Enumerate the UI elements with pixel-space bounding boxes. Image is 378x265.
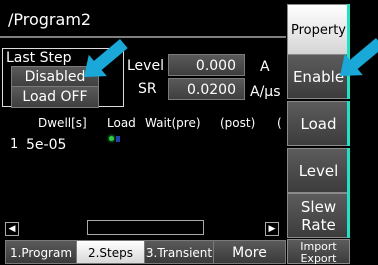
col-next: ( (277, 116, 282, 130)
scroll-left-button[interactable]: ◀ (5, 222, 19, 236)
level-accent (347, 148, 350, 193)
pointer-arrow-icon (340, 37, 378, 76)
level-button[interactable]: Level (287, 148, 350, 193)
level-value-field[interactable]: 0.000 (168, 54, 245, 76)
sr-unit: A/µs (250, 84, 281, 100)
row-dwell[interactable]: 5e-05 (26, 137, 66, 153)
title-divider (0, 36, 286, 38)
tab-transient[interactable]: 3.Transient (144, 240, 214, 264)
col-load: Load (107, 116, 136, 130)
last-step-label: Last Step (6, 50, 72, 66)
tab-steps[interactable]: 2.Steps (76, 240, 145, 264)
load-marker (116, 136, 120, 142)
pointer-arrow-icon (84, 38, 128, 77)
sr-label: SR (138, 81, 157, 97)
level-unit: A (260, 59, 270, 75)
sr-value-field[interactable]: 0.0200 (168, 78, 245, 100)
col-post: (post) (220, 116, 256, 130)
last-step-load-field[interactable]: Load OFF (11, 86, 99, 108)
import-export-button[interactable]: Import Export (287, 239, 350, 265)
tab-more[interactable]: More (213, 240, 286, 264)
load-button[interactable]: Load (287, 101, 350, 146)
col-dwell: Dwell[s] (38, 116, 87, 130)
slew-rate-button[interactable]: Slew Rate (287, 193, 350, 238)
horizontal-scrollbar-thumb[interactable] (87, 220, 204, 235)
row-index: 1 (10, 137, 19, 152)
tab-program[interactable]: 1.Program (5, 240, 77, 264)
scroll-right-button[interactable]: ▶ (265, 222, 279, 236)
slew-rate-label: Slew Rate (300, 197, 337, 234)
col-wait-pre: Wait(pre) (145, 116, 201, 130)
load-accent (347, 101, 350, 146)
load-on-indicator (109, 136, 114, 141)
slew-rate-accent (347, 193, 350, 238)
